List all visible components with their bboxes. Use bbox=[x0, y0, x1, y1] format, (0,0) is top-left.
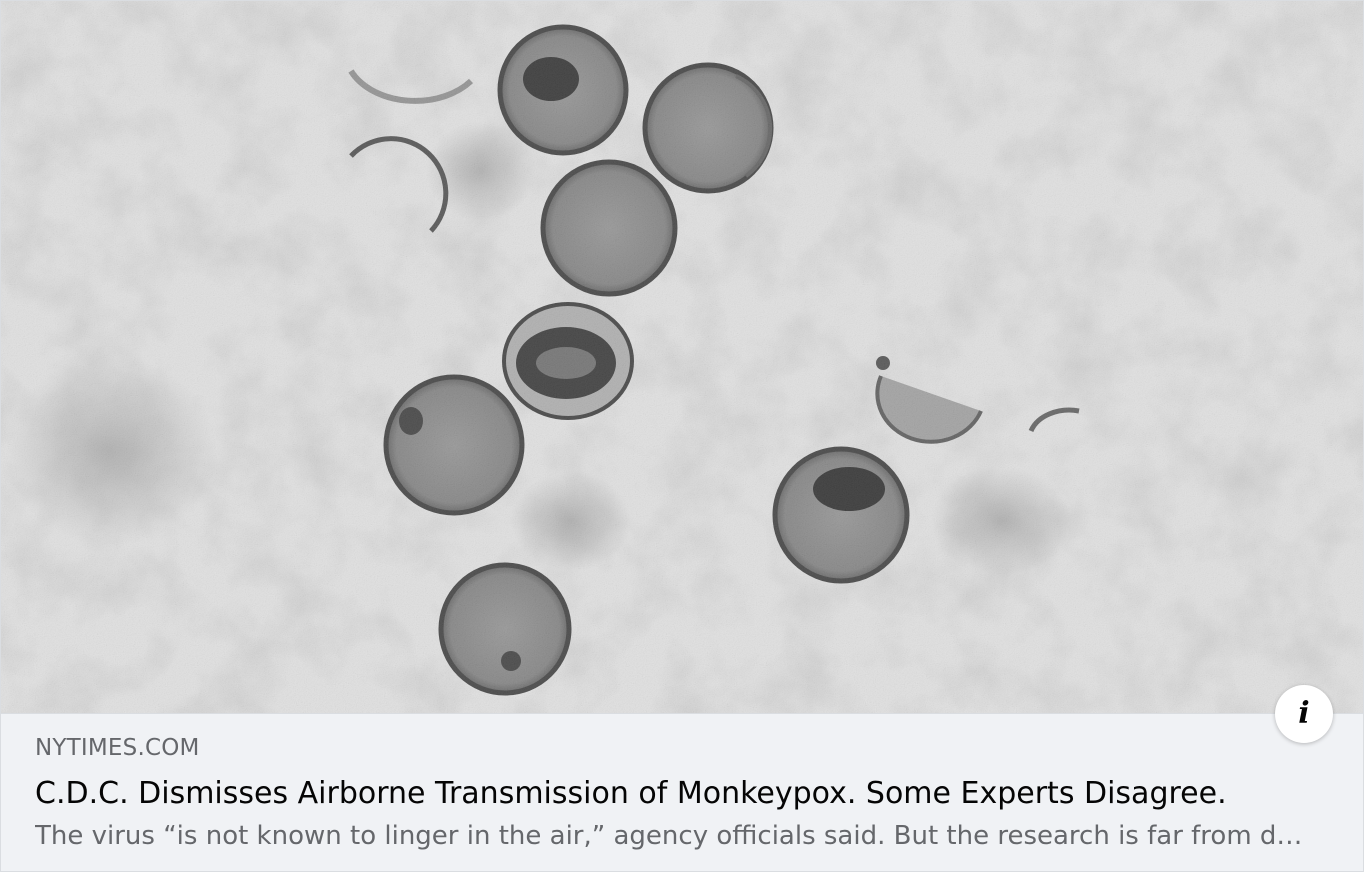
link-preview-meta[interactable]: NYTIMES.COM C.D.C. Dismisses Airborne Tr… bbox=[1, 713, 1363, 871]
info-button[interactable]: i bbox=[1275, 685, 1333, 743]
article-description: The virus “is not known to linger in the… bbox=[35, 821, 1303, 851]
article-image[interactable] bbox=[1, 1, 1363, 713]
info-icon: i bbox=[1298, 696, 1310, 731]
article-headline[interactable]: C.D.C. Dismisses Airborne Transmission o… bbox=[35, 776, 1331, 812]
micrograph-illustration bbox=[1, 1, 1363, 713]
link-preview-card[interactable]: i NYTIMES.COM C.D.C. Dismisses Airborne … bbox=[0, 0, 1364, 872]
source-domain: NYTIMES.COM bbox=[35, 735, 200, 761]
